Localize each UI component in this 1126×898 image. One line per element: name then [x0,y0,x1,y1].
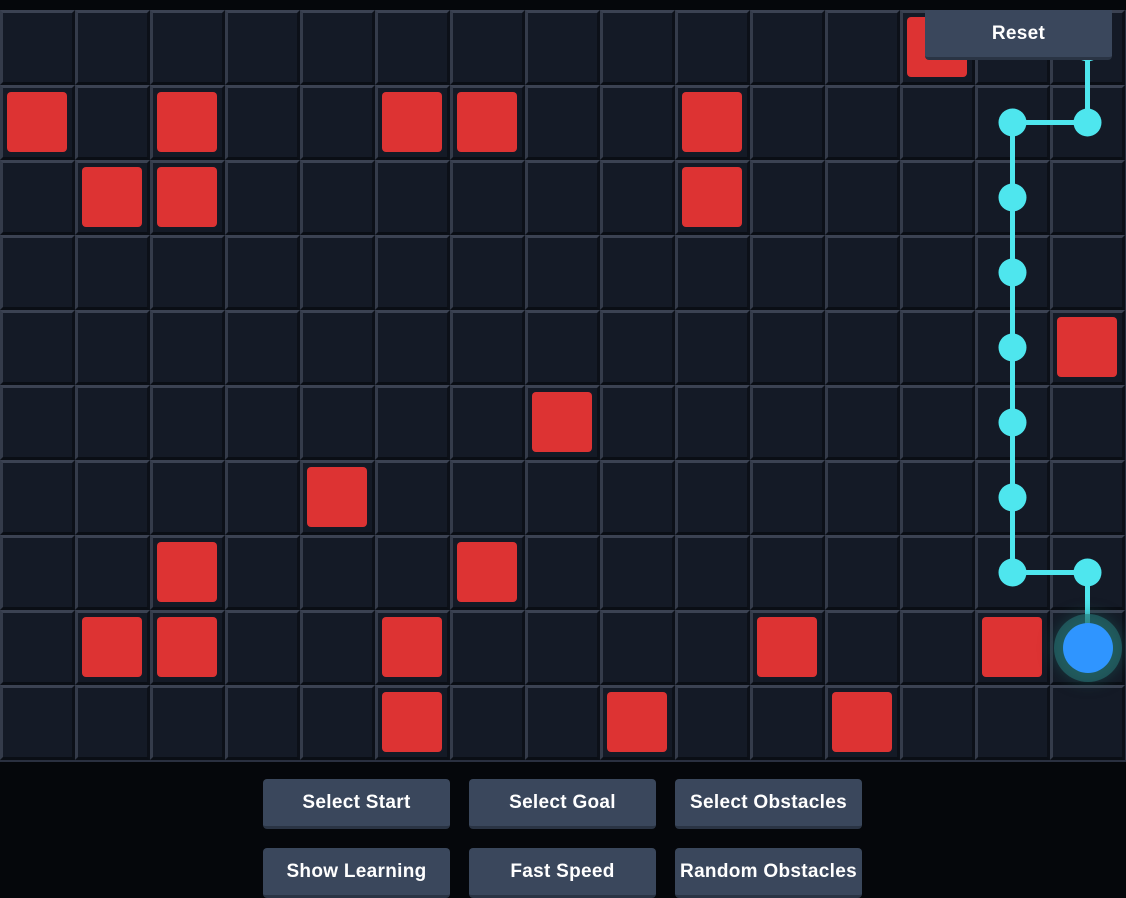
path-node [998,333,1027,362]
select-obstacles-button[interactable]: Select Obstacles [675,779,862,829]
reset-button[interactable]: Reset [925,10,1112,60]
path-node [1073,108,1102,137]
agent-marker [1062,622,1113,673]
show-learning-button[interactable]: Show Learning [263,848,450,898]
fast-speed-button[interactable]: Fast Speed [469,848,656,898]
path-node [1073,558,1102,587]
path-node [998,183,1027,212]
path-overlay [998,10,1102,648]
path-node [998,558,1027,587]
random-obstacles-button[interactable]: Random Obstacles [675,848,862,898]
select-goal-button[interactable]: Select Goal [469,779,656,829]
path-node [998,108,1027,137]
select-start-button[interactable]: Select Start [263,779,450,829]
path-node [998,408,1027,437]
path-node [998,258,1027,287]
path-node [998,483,1027,512]
